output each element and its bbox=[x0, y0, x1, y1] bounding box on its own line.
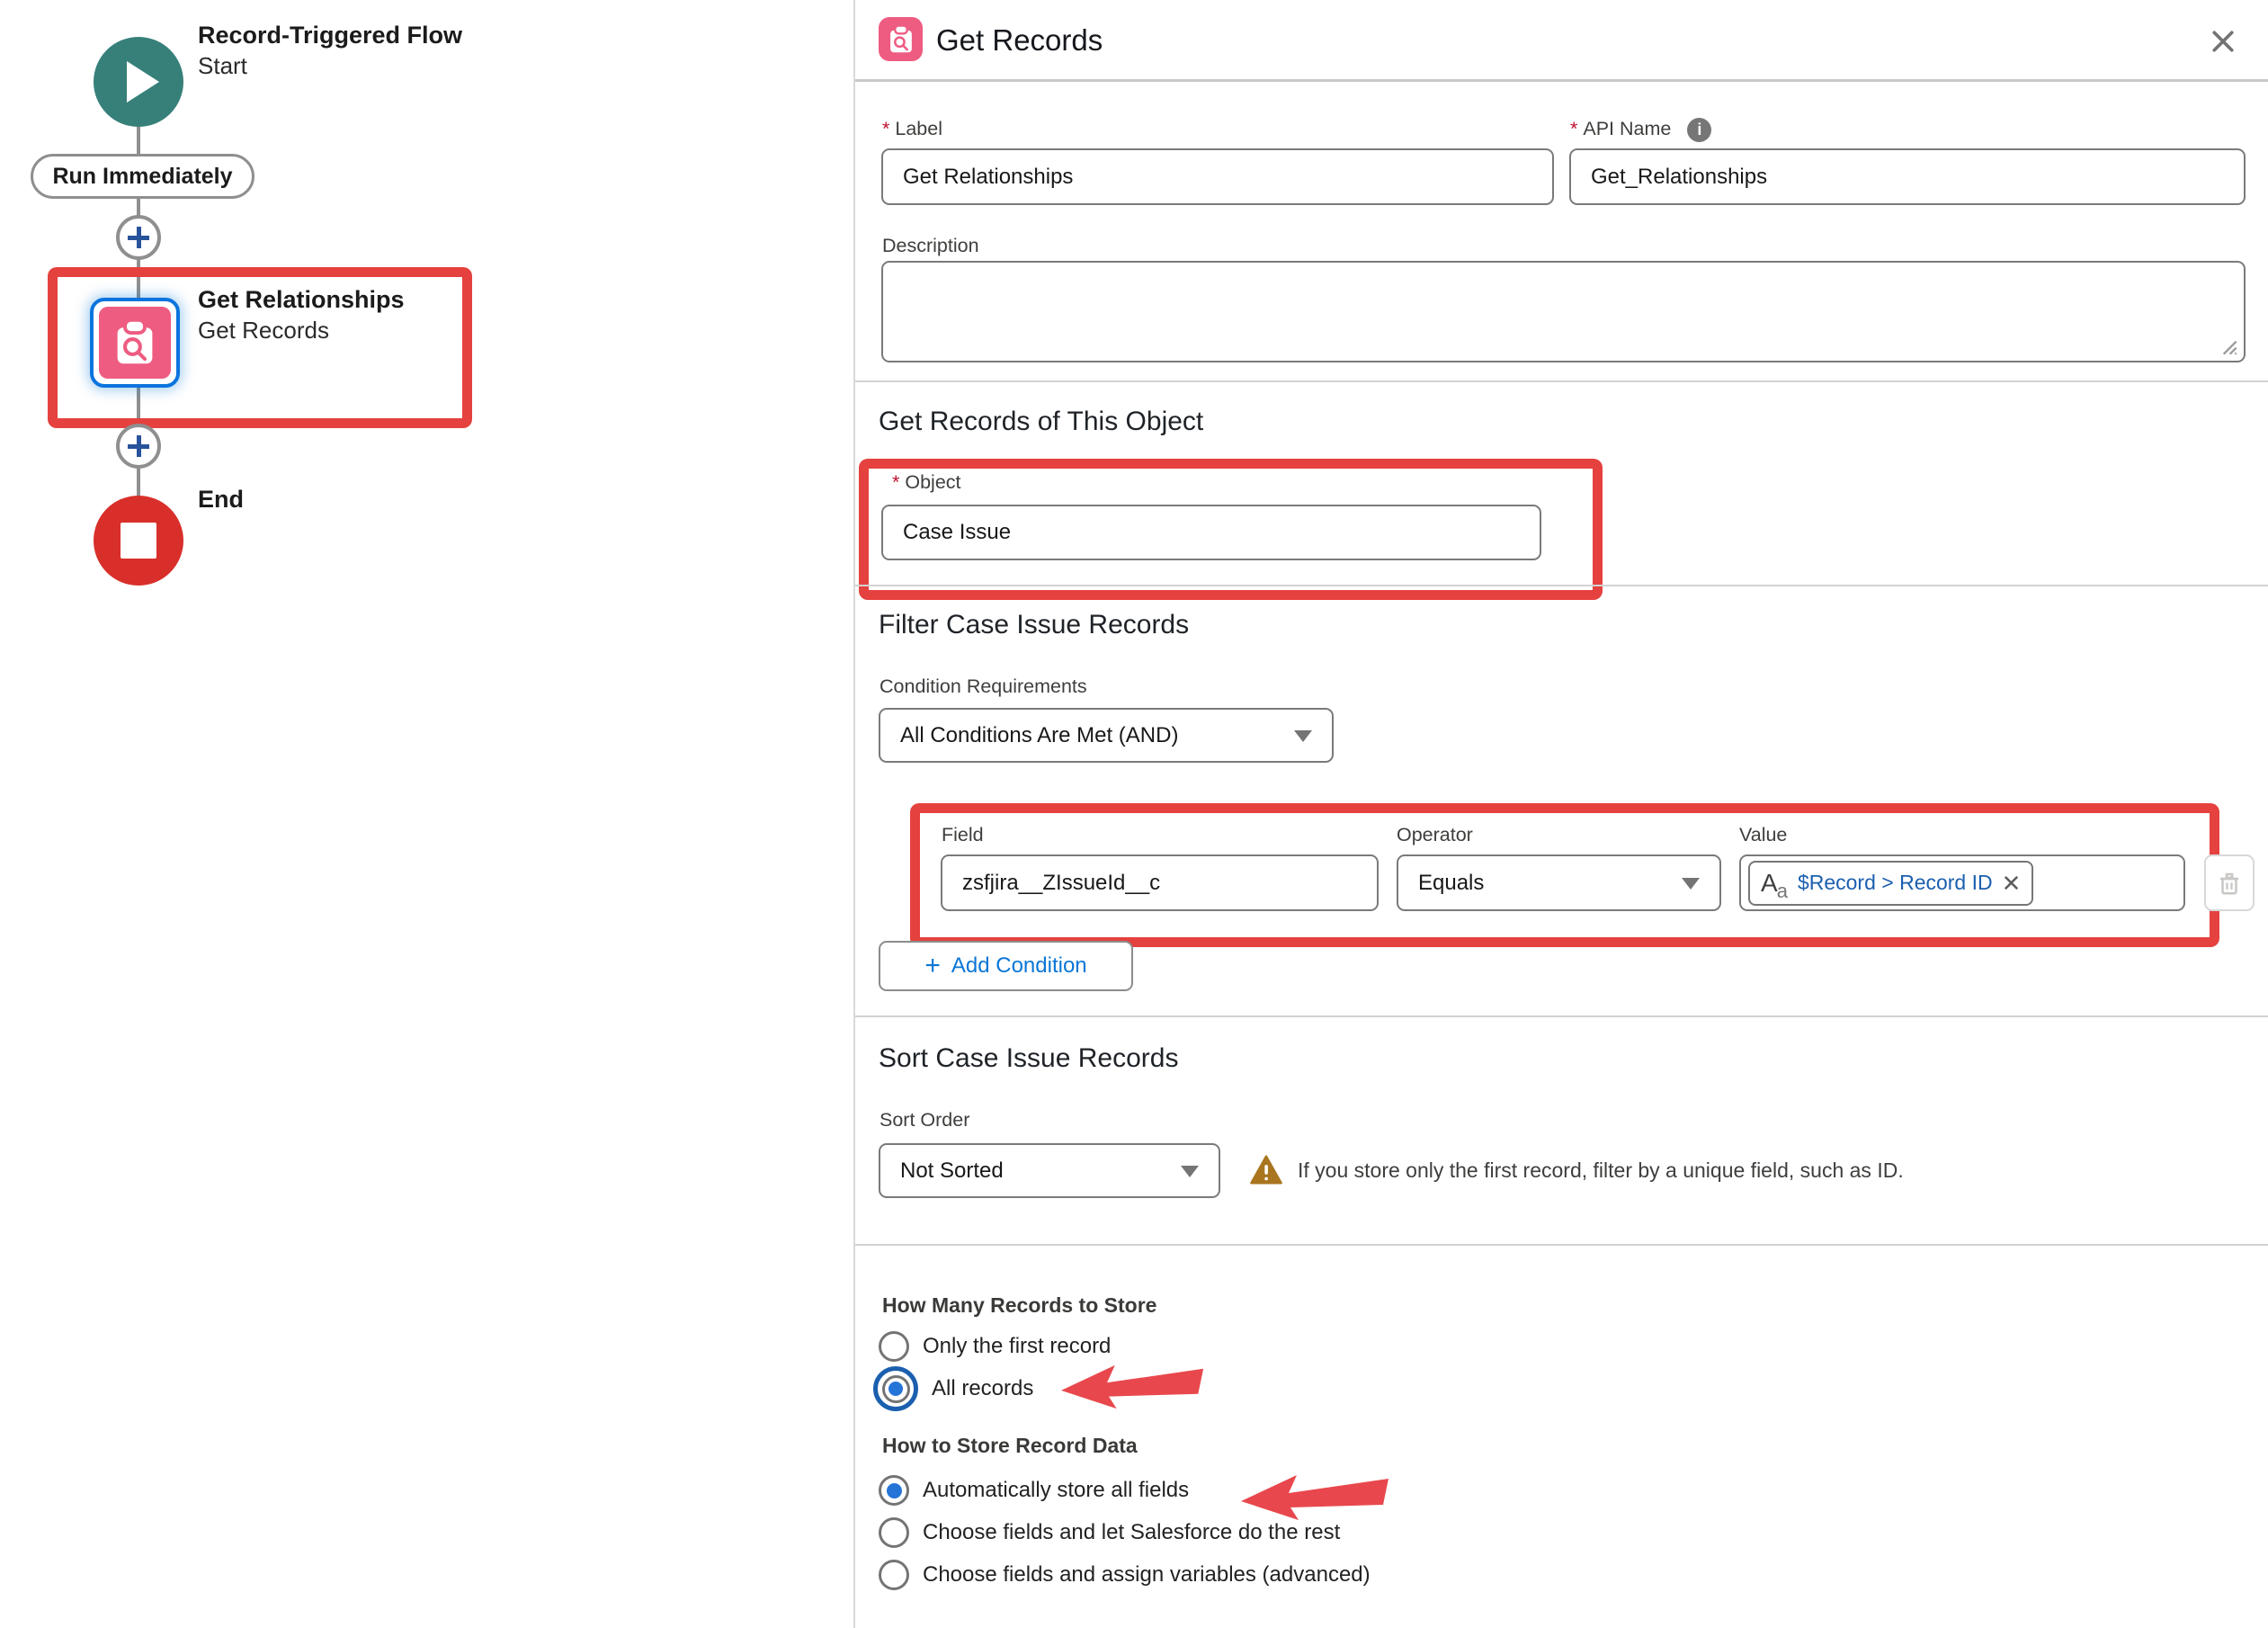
trash-icon bbox=[2216, 870, 2243, 897]
get-records-panel: Get Records *Label *API Name i Descripti… bbox=[853, 0, 2268, 1628]
flow-node-title: Get Relationships bbox=[198, 286, 405, 314]
add-element-button[interactable] bbox=[116, 215, 161, 260]
radio-option-all-records[interactable]: All records bbox=[873, 1366, 1033, 1411]
annotation-arrow-icon bbox=[1239, 1472, 1392, 1523]
resize-handle-icon[interactable] bbox=[2213, 331, 2238, 356]
section-divider bbox=[855, 1015, 2268, 1017]
radio-option-auto-store-all-fields[interactable]: Automatically store all fields bbox=[879, 1475, 1189, 1506]
plus-icon: + bbox=[924, 953, 941, 979]
section-divider bbox=[855, 585, 2268, 586]
flow-end-label: End bbox=[198, 486, 244, 514]
store-count-heading: How Many Records to Store bbox=[882, 1293, 1156, 1318]
description-textarea[interactable] bbox=[881, 261, 2246, 362]
condition-value-label: Value bbox=[1739, 824, 1787, 846]
flow-start-subtitle: Start bbox=[198, 52, 247, 80]
condition-operator-select[interactable]: Equals bbox=[1397, 854, 1721, 911]
condition-field-input[interactable] bbox=[941, 854, 1379, 911]
add-condition-button[interactable]: + Add Condition bbox=[879, 941, 1133, 991]
flow-start-node[interactable] bbox=[94, 37, 183, 127]
radio-option-choose-fields-advanced[interactable]: Choose fields and assign variables (adva… bbox=[879, 1560, 1371, 1590]
sort-order-select[interactable]: Not Sorted bbox=[879, 1143, 1220, 1198]
warning-icon bbox=[1249, 1154, 1283, 1186]
sort-order-label: Sort Order bbox=[880, 1109, 969, 1132]
object-field-label: *Object bbox=[892, 471, 961, 494]
api-name-input[interactable] bbox=[1569, 148, 2246, 205]
flow-end-node[interactable] bbox=[94, 496, 183, 586]
condition-operator-label: Operator bbox=[1397, 824, 1473, 846]
section-divider bbox=[855, 1244, 2268, 1246]
filter-section-heading: Filter Case Issue Records bbox=[879, 610, 1189, 640]
play-icon bbox=[127, 61, 159, 103]
stop-icon bbox=[121, 523, 156, 559]
radio-selected-icon[interactable] bbox=[879, 1475, 909, 1506]
section-divider bbox=[855, 380, 2268, 382]
store-data-heading: How to Store Record Data bbox=[882, 1434, 1138, 1458]
chevron-down-icon bbox=[1294, 730, 1312, 742]
panel-title: Get Records bbox=[936, 23, 1103, 58]
radio-selected-icon[interactable] bbox=[873, 1366, 918, 1411]
sort-warning-text: If you store only the first record, filt… bbox=[1298, 1158, 1904, 1183]
radio-option-choose-fields-salesforce[interactable]: Choose fields and let Salesforce do the … bbox=[879, 1517, 1340, 1548]
object-input[interactable] bbox=[881, 505, 1541, 560]
run-immediately-badge[interactable]: Run Immediately bbox=[31, 154, 254, 199]
header-divider bbox=[855, 79, 2268, 82]
description-label: Description bbox=[882, 235, 979, 257]
resource-pill[interactable]: Aa $Record > Record ID ✕ bbox=[1748, 861, 2033, 906]
flow-node-subtitle: Get Records bbox=[198, 317, 329, 344]
annotation-arrow-icon bbox=[1058, 1363, 1208, 1411]
remove-pill-icon[interactable]: ✕ bbox=[2002, 872, 2022, 895]
delete-condition-button[interactable] bbox=[2204, 854, 2255, 911]
resource-pill-text: $Record > Record ID bbox=[1798, 871, 1993, 895]
info-icon[interactable]: i bbox=[1687, 118, 1711, 142]
sort-section-heading: Sort Case Issue Records bbox=[879, 1043, 1178, 1074]
label-input[interactable] bbox=[881, 148, 1554, 205]
flow-builder-screen: Record-Triggered Flow Start Run Immediat… bbox=[0, 0, 2268, 1628]
condition-requirements-label: Condition Requirements bbox=[880, 675, 1087, 698]
chevron-down-icon bbox=[1682, 878, 1700, 890]
clipboard-search-icon bbox=[99, 307, 171, 379]
chevron-down-icon bbox=[1181, 1166, 1199, 1177]
radio-icon[interactable] bbox=[879, 1331, 909, 1362]
clipboard-search-icon bbox=[879, 17, 923, 61]
condition-requirements-select[interactable]: All Conditions Are Met (AND) bbox=[879, 708, 1334, 763]
text-type-icon: Aa bbox=[1761, 871, 1789, 896]
condition-field-label: Field bbox=[942, 824, 984, 846]
flow-start-title: Record-Triggered Flow bbox=[198, 22, 462, 49]
close-icon[interactable] bbox=[2205, 23, 2241, 59]
condition-value-combobox[interactable]: Aa $Record > Record ID ✕ bbox=[1739, 854, 2185, 911]
add-element-button[interactable] bbox=[116, 424, 161, 469]
api-name-field-label: *API Name i bbox=[1570, 118, 1711, 142]
get-records-node[interactable] bbox=[90, 298, 180, 388]
radio-icon[interactable] bbox=[879, 1560, 909, 1590]
radio-icon[interactable] bbox=[879, 1517, 909, 1548]
radio-option-only-first-record[interactable]: Only the first record bbox=[879, 1331, 1111, 1362]
object-section-heading: Get Records of This Object bbox=[879, 407, 1203, 437]
sort-warning: If you store only the first record, filt… bbox=[1249, 1154, 1904, 1186]
label-field-label: *Label bbox=[882, 118, 942, 140]
